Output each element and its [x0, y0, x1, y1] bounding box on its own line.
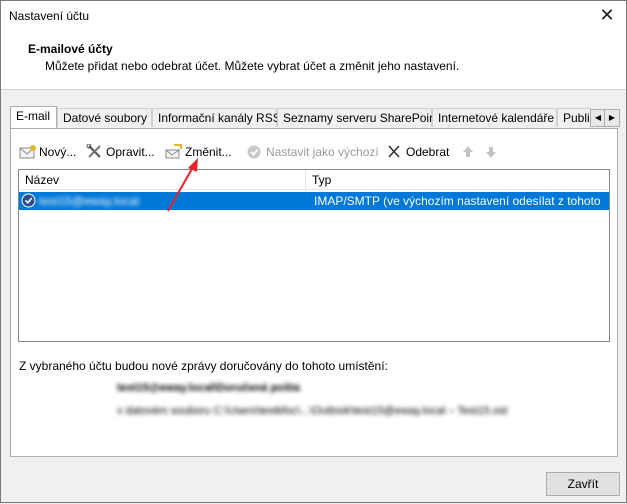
annotation-arrow	[167, 158, 198, 212]
tab-email[interactable]: E-mail	[10, 106, 57, 128]
account-settings-dialog: Nastavení účtu ✕ E-mailové účty Můžete p…	[0, 0, 627, 503]
close-button[interactable]: Zavřít	[546, 472, 620, 496]
